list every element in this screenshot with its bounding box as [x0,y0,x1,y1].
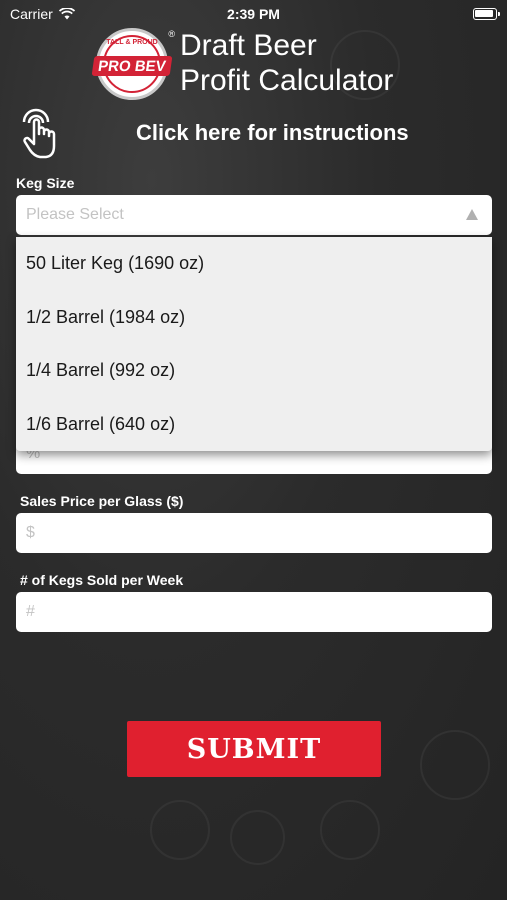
status-time: 2:39 PM [227,6,280,22]
dropdown-option[interactable]: 1/4 Barrel (992 oz) [16,344,492,398]
battery-icon [473,8,500,20]
chalk-doodle [320,800,380,860]
kegs-sold-input[interactable]: # [16,592,492,632]
sales-price-input[interactable]: $ [16,513,492,553]
title-line-2: Profit Calculator [180,64,394,97]
logo-brand: PRO BEV [91,56,173,76]
kegs-sold-placeholder: # [26,603,35,620]
chalk-doodle [150,800,210,860]
page-title: Draft Beer Profit Calculator [180,28,393,98]
hand-tap-icon [22,108,56,159]
keg-size-placeholder: Please Select [26,206,124,223]
logo-registered-mark: ® [168,29,175,39]
sales-price-label: Sales Price per Glass ($) [20,493,184,509]
logo-top-text: TALL & PROUD [106,39,158,46]
sales-price-placeholder: $ [26,524,35,541]
keg-size-dropdown: 50 Liter Keg (1690 oz) 1/2 Barrel (1984 … [16,237,492,451]
dropdown-option[interactable]: 1/6 Barrel (640 oz) [16,398,492,452]
chalk-doodle [230,810,285,865]
chalk-doodle [420,730,490,800]
title-line-1: Draft Beer [180,29,317,62]
dropdown-option[interactable]: 50 Liter Keg (1690 oz) [16,237,492,291]
keg-size-label: Keg Size [16,175,75,191]
submit-button[interactable]: SUBMIT [127,721,381,777]
probev-logo: TALL & PROUD PRO BEV ® [91,28,175,100]
select-arrow-up-icon [466,209,478,220]
instructions-link[interactable]: Click here for instructions [16,106,496,160]
instructions-label: Click here for instructions [136,120,409,145]
keg-size-select[interactable]: Please Select [16,195,492,235]
kegs-sold-label: # of Kegs Sold per Week [20,572,184,588]
status-bar: Carrier 2:39 PM [0,0,507,28]
dropdown-option[interactable]: 1/2 Barrel (1984 oz) [16,291,492,345]
